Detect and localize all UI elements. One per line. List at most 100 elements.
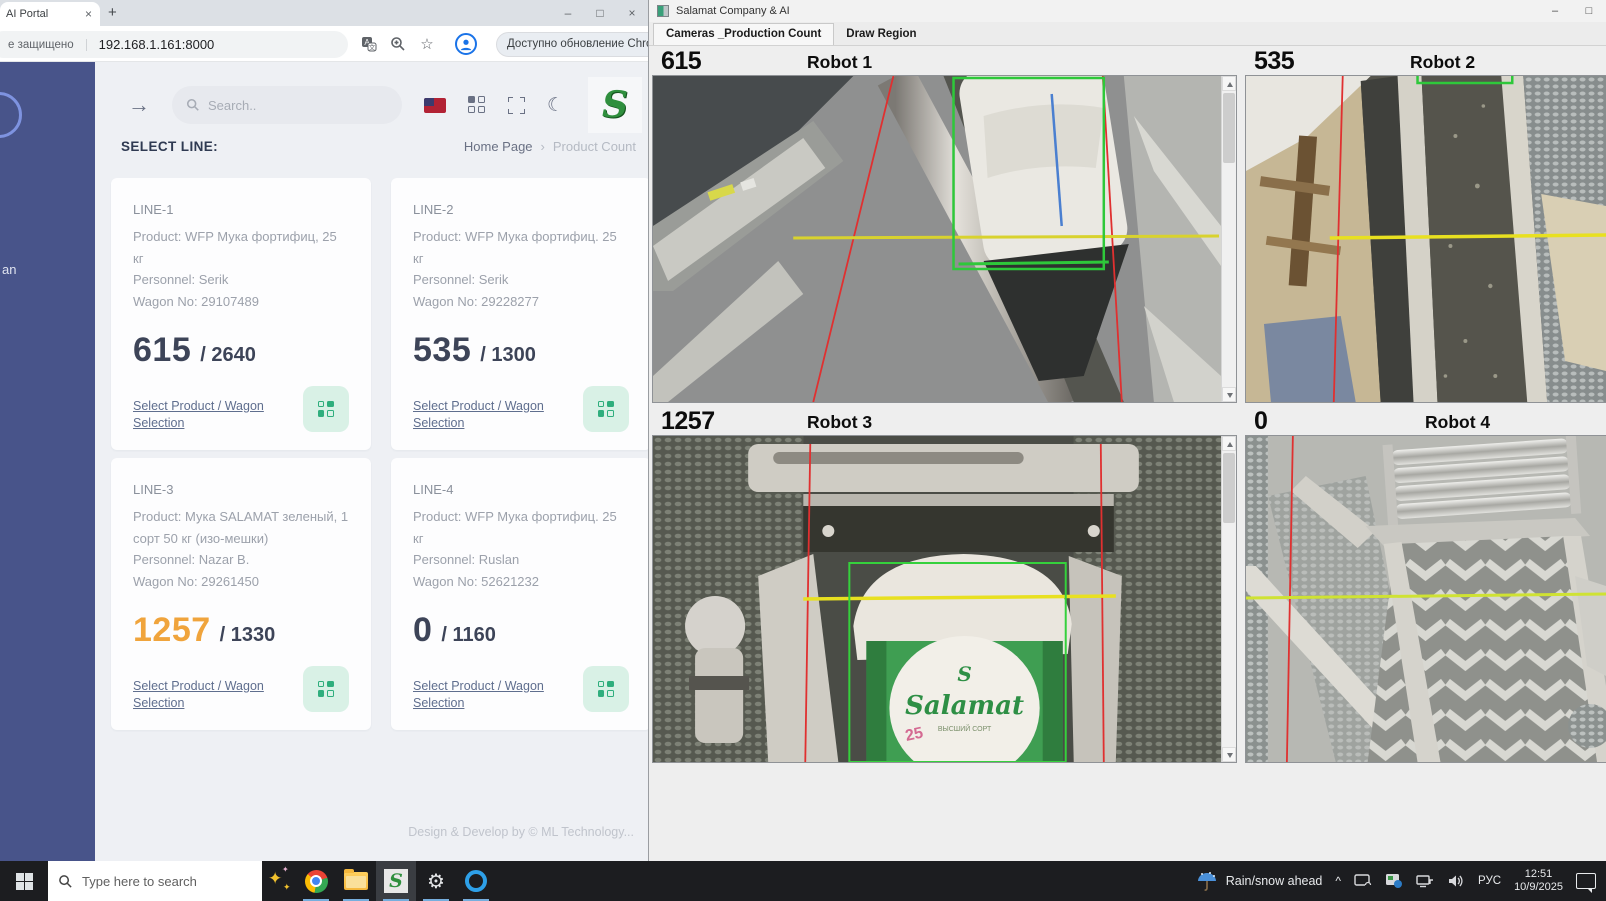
tab-title: AI Portal bbox=[6, 8, 83, 20]
profile-avatar[interactable] bbox=[455, 33, 477, 55]
count-total: / 1160 bbox=[441, 624, 496, 647]
network-icon[interactable] bbox=[1416, 873, 1434, 889]
tab-draw-region[interactable]: Draw Region bbox=[834, 24, 928, 45]
wagon-grid-button[interactable] bbox=[583, 386, 629, 432]
taskbar-edge-button[interactable] bbox=[456, 861, 496, 901]
breadcrumb-current: Product Count bbox=[553, 139, 636, 154]
wireless-display-icon[interactable] bbox=[1354, 873, 1372, 889]
camera1-scrollbar[interactable] bbox=[1221, 76, 1236, 402]
camera-block-4: 0 Robot 4 bbox=[1245, 406, 1606, 763]
taskbar-clock[interactable]: 12:51 10/9/2025 bbox=[1514, 868, 1563, 894]
tab-close-icon[interactable]: × bbox=[83, 7, 94, 21]
taskbar-explorer-button[interactable] bbox=[336, 861, 376, 901]
copilot-sparkle-icon[interactable]: ✦ ✦ ✦ bbox=[262, 861, 296, 901]
app-tabbar: Cameras _Production Count Draw Region bbox=[649, 22, 1606, 46]
scroll-thumb[interactable] bbox=[1223, 453, 1235, 523]
portal-header: → ☾ S bbox=[95, 72, 648, 138]
apps-grid-icon[interactable] bbox=[468, 96, 486, 114]
line-card-3: LINE-3 Product: Мука SALAMAT зеленый, 1 … bbox=[111, 458, 371, 730]
grid-icon bbox=[318, 401, 335, 418]
product-label: Product: WFP Мука фортифиц. 25 кг bbox=[413, 506, 629, 549]
breadcrumb: Home Page › Product Count bbox=[464, 139, 636, 154]
search-icon bbox=[58, 874, 73, 889]
zoom-icon[interactable] bbox=[389, 35, 407, 53]
select-product-link[interactable]: Select Product / Wagon Selection bbox=[133, 398, 293, 432]
camera3-feed: S Salamat ВЫСШИЙ СОРТ 25 bbox=[653, 436, 1221, 762]
salamat-app-window: Salamat Company & AI – □ Cameras _Produc… bbox=[648, 0, 1606, 861]
camera2-feed bbox=[1246, 76, 1606, 402]
new-tab-button[interactable]: + bbox=[108, 4, 117, 21]
wagon-grid-button[interactable] bbox=[303, 386, 349, 432]
camera-block-2: 535 Robot 2 bbox=[1245, 46, 1606, 403]
breadcrumb-separator: › bbox=[541, 139, 545, 154]
browser-tab[interactable]: AI Portal × bbox=[0, 2, 100, 26]
scroll-down-icon[interactable] bbox=[1222, 387, 1236, 402]
desktop: AI Portal × + – □ × е защищено 192.168.1… bbox=[0, 0, 1606, 901]
scroll-up-icon[interactable] bbox=[1222, 76, 1236, 91]
minimize-button[interactable]: – bbox=[552, 0, 584, 26]
line-label: LINE-4 bbox=[413, 482, 629, 497]
breadcrumb-home[interactable]: Home Page bbox=[464, 139, 533, 154]
personnel-label: Personnel: Nazar B. bbox=[133, 549, 349, 571]
sidebar-toggle-arrow-icon[interactable]: → bbox=[128, 92, 150, 118]
select-product-link[interactable]: Select Product / Wagon Selection bbox=[413, 678, 573, 712]
language-flag-icon[interactable] bbox=[424, 98, 446, 113]
camera2-count: 535 bbox=[1254, 47, 1294, 76]
clock-date: 10/9/2025 bbox=[1514, 881, 1563, 894]
wagon-grid-button[interactable] bbox=[303, 666, 349, 712]
volume-icon[interactable] bbox=[1447, 873, 1465, 889]
windows-logo-icon bbox=[16, 873, 33, 890]
count-value: 0 bbox=[413, 611, 432, 650]
weather-widget[interactable]: Rain/snow ahead bbox=[1196, 871, 1323, 891]
fullscreen-icon[interactable] bbox=[508, 97, 525, 114]
app-status-icon[interactable] bbox=[1385, 873, 1403, 889]
portal-page: an → ☾ S SELEC bbox=[0, 62, 648, 861]
action-center-icon[interactable] bbox=[1576, 873, 1596, 889]
taskbar-salamat-button[interactable]: S bbox=[376, 861, 416, 901]
chrome-icon bbox=[305, 870, 328, 893]
portal-search[interactable] bbox=[172, 86, 402, 124]
product-label: Product: WFP Мука фортифиц, 25 кг bbox=[133, 226, 349, 269]
language-indicator[interactable]: РУС bbox=[1478, 875, 1501, 887]
wagon-grid-button[interactable] bbox=[583, 666, 629, 712]
clock-time: 12:51 bbox=[1514, 868, 1563, 881]
tab-cameras-production-count[interactable]: Cameras _Production Count bbox=[653, 23, 834, 45]
url-text[interactable]: 192.168.1.161:8000 bbox=[99, 37, 215, 52]
camera1-count: 615 bbox=[661, 47, 701, 76]
camera3-scrollbar[interactable] bbox=[1221, 436, 1236, 762]
dark-mode-moon-icon[interactable]: ☾ bbox=[547, 94, 564, 117]
select-product-link[interactable]: Select Product / Wagon Selection bbox=[413, 398, 573, 432]
search-icon bbox=[186, 98, 200, 112]
search-input[interactable] bbox=[208, 98, 378, 113]
salamat-app-icon: S bbox=[384, 869, 408, 893]
taskbar: ✦ ✦ ✦ S ⚙ Rain/snow ahead ^ bbox=[0, 861, 1606, 901]
count-display: 1257 / 1330 bbox=[133, 611, 349, 650]
maximize-button[interactable]: □ bbox=[1572, 0, 1606, 22]
start-button[interactable] bbox=[0, 861, 48, 901]
minimize-button[interactable]: – bbox=[1538, 0, 1572, 22]
taskbar-settings-button[interactable]: ⚙ bbox=[416, 861, 456, 901]
camera3-count: 1257 bbox=[661, 407, 715, 436]
tray-expand-chevron-icon[interactable]: ^ bbox=[1335, 874, 1341, 888]
camera2-panel bbox=[1245, 75, 1606, 403]
page-title: SELECT LINE: bbox=[121, 139, 218, 154]
scroll-up-icon[interactable] bbox=[1222, 436, 1236, 451]
translate-icon[interactable]: A文 bbox=[360, 35, 378, 53]
maximize-button[interactable]: □ bbox=[584, 0, 616, 26]
bookmark-star-icon[interactable]: ☆ bbox=[418, 35, 436, 53]
scroll-down-icon[interactable] bbox=[1222, 747, 1236, 762]
taskbar-search-input[interactable] bbox=[82, 874, 242, 889]
taskbar-chrome-button[interactable] bbox=[296, 861, 336, 901]
address-bar[interactable]: е защищено 192.168.1.161:8000 bbox=[0, 31, 348, 58]
scroll-thumb[interactable] bbox=[1223, 93, 1235, 163]
security-label[interactable]: е защищено bbox=[8, 39, 87, 51]
camera-block-3: 1257 Robot 3 bbox=[652, 406, 1237, 763]
close-button[interactable]: × bbox=[616, 0, 648, 26]
count-value: 615 bbox=[133, 331, 191, 370]
salamat-logo[interactable]: S bbox=[588, 77, 642, 133]
camera2-robot-label: Robot 2 bbox=[1410, 52, 1475, 73]
camera1-panel bbox=[652, 75, 1237, 403]
taskbar-search[interactable] bbox=[48, 861, 262, 901]
select-product-link[interactable]: Select Product / Wagon Selection bbox=[133, 678, 293, 712]
sidebar-nav-fragment[interactable]: an bbox=[2, 262, 16, 277]
